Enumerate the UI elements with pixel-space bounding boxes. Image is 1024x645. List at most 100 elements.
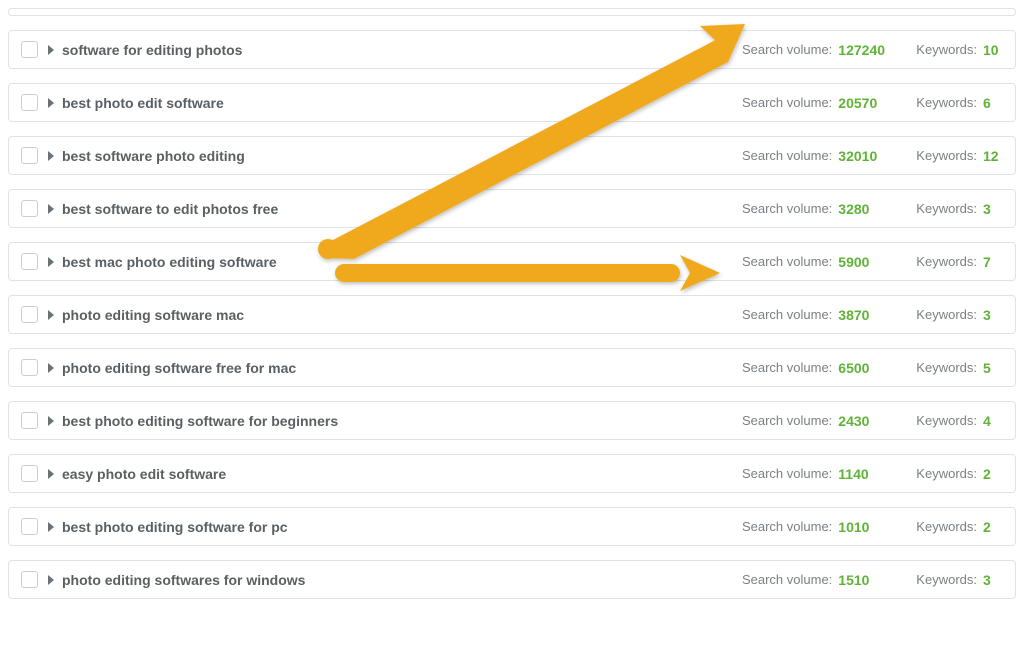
- keyword-group-row[interactable]: best mac photo editing software Search v…: [8, 242, 1016, 281]
- expand-caret-icon[interactable]: [48, 363, 54, 373]
- keyword-title: best photo edit software: [62, 95, 742, 111]
- keywords-label: Keywords:: [916, 519, 977, 534]
- search-volume-label: Search volume:: [742, 519, 832, 534]
- row-stats: Search volume: 2430 Keywords: 4: [742, 413, 1001, 429]
- row-checkbox[interactable]: [21, 359, 38, 376]
- row-stats: Search volume: 6500 Keywords: 5: [742, 360, 1001, 376]
- keyword-title: photo editing software mac: [62, 307, 742, 323]
- keyword-group-row[interactable]: best software photo editing Search volum…: [8, 136, 1016, 175]
- search-volume-value: 1140: [838, 466, 892, 482]
- row-stats: Search volume: 1010 Keywords: 2: [742, 519, 1001, 535]
- row-checkbox[interactable]: [21, 41, 38, 58]
- search-volume-value: 3280: [838, 201, 892, 217]
- row-checkbox[interactable]: [21, 147, 38, 164]
- keyword-group-row[interactable]: best photo editing software for beginner…: [8, 401, 1016, 440]
- keywords-label: Keywords:: [916, 254, 977, 269]
- keyword-group-row[interactable]: software for editing photos Search volum…: [8, 30, 1016, 69]
- expand-caret-icon[interactable]: [48, 575, 54, 585]
- keywords-value: 3: [983, 307, 1001, 323]
- search-volume-value: 32010: [838, 148, 892, 164]
- expand-caret-icon[interactable]: [48, 257, 54, 267]
- keywords-label: Keywords:: [916, 466, 977, 481]
- row-stats: Search volume: 20570 Keywords: 6: [742, 95, 1001, 111]
- search-volume-value: 5900: [838, 254, 892, 270]
- row-checkbox[interactable]: [21, 465, 38, 482]
- previous-row-stub: [8, 8, 1016, 16]
- keyword-title: easy photo edit software: [62, 466, 742, 482]
- keyword-title: photo editing software free for mac: [62, 360, 742, 376]
- keywords-value: 5: [983, 360, 1001, 376]
- expand-caret-icon[interactable]: [48, 98, 54, 108]
- search-volume-label: Search volume:: [742, 95, 832, 110]
- keywords-label: Keywords:: [916, 201, 977, 216]
- search-volume-value: 1510: [838, 572, 892, 588]
- keywords-value: 12: [983, 148, 1001, 164]
- search-volume-label: Search volume:: [742, 466, 832, 481]
- keyword-title: software for editing photos: [62, 42, 742, 58]
- keyword-title: best software to edit photos free: [62, 201, 742, 217]
- keywords-value: 7: [983, 254, 1001, 270]
- keywords-label: Keywords:: [916, 148, 977, 163]
- expand-caret-icon[interactable]: [48, 204, 54, 214]
- keywords-value: 3: [983, 572, 1001, 588]
- search-volume-label: Search volume:: [742, 413, 832, 428]
- expand-caret-icon[interactable]: [48, 151, 54, 161]
- keyword-title: best mac photo editing software: [62, 254, 742, 270]
- row-checkbox[interactable]: [21, 200, 38, 217]
- search-volume-label: Search volume:: [742, 572, 832, 587]
- expand-caret-icon[interactable]: [48, 469, 54, 479]
- expand-caret-icon[interactable]: [48, 522, 54, 532]
- keywords-value: 10: [983, 42, 1001, 58]
- search-volume-value: 6500: [838, 360, 892, 376]
- row-checkbox[interactable]: [21, 94, 38, 111]
- row-stats: Search volume: 32010 Keywords: 12: [742, 148, 1001, 164]
- keywords-value: 2: [983, 519, 1001, 535]
- row-stats: Search volume: 3870 Keywords: 3: [742, 307, 1001, 323]
- search-volume-label: Search volume:: [742, 307, 832, 322]
- keywords-label: Keywords:: [916, 572, 977, 587]
- keywords-value: 6: [983, 95, 1001, 111]
- expand-caret-icon[interactable]: [48, 310, 54, 320]
- search-volume-value: 2430: [838, 413, 892, 429]
- keywords-label: Keywords:: [916, 307, 977, 322]
- keyword-group-row[interactable]: best photo editing software for pc Searc…: [8, 507, 1016, 546]
- keywords-label: Keywords:: [916, 95, 977, 110]
- keyword-group-row[interactable]: best software to edit photos free Search…: [8, 189, 1016, 228]
- search-volume-label: Search volume:: [742, 201, 832, 216]
- row-checkbox[interactable]: [21, 412, 38, 429]
- row-stats: Search volume: 1510 Keywords: 3: [742, 572, 1001, 588]
- keywords-value: 4: [983, 413, 1001, 429]
- keyword-title: photo editing softwares for windows: [62, 572, 742, 588]
- keyword-group-row[interactable]: photo editing softwares for windows Sear…: [8, 560, 1016, 599]
- search-volume-value: 127240: [838, 42, 892, 58]
- search-volume-value: 1010: [838, 519, 892, 535]
- row-stats: Search volume: 5900 Keywords: 7: [742, 254, 1001, 270]
- search-volume-label: Search volume:: [742, 148, 832, 163]
- keyword-group-row[interactable]: photo editing software mac Search volume…: [8, 295, 1016, 334]
- row-stats: Search volume: 3280 Keywords: 3: [742, 201, 1001, 217]
- row-checkbox[interactable]: [21, 518, 38, 535]
- row-checkbox[interactable]: [21, 253, 38, 270]
- search-volume-value: 3870: [838, 307, 892, 323]
- keywords-value: 3: [983, 201, 1001, 217]
- search-volume-label: Search volume:: [742, 360, 832, 375]
- expand-caret-icon[interactable]: [48, 45, 54, 55]
- keyword-group-row[interactable]: best photo edit software Search volume: …: [8, 83, 1016, 122]
- keywords-label: Keywords:: [916, 360, 977, 375]
- keyword-group-row[interactable]: photo editing software free for mac Sear…: [8, 348, 1016, 387]
- keywords-value: 2: [983, 466, 1001, 482]
- keyword-title: best photo editing software for pc: [62, 519, 742, 535]
- keyword-title: best photo editing software for beginner…: [62, 413, 742, 429]
- row-stats: Search volume: 127240 Keywords: 10: [742, 42, 1001, 58]
- search-volume-label: Search volume:: [742, 42, 832, 57]
- row-stats: Search volume: 1140 Keywords: 2: [742, 466, 1001, 482]
- expand-caret-icon[interactable]: [48, 416, 54, 426]
- keyword-group-row[interactable]: easy photo edit software Search volume: …: [8, 454, 1016, 493]
- search-volume-value: 20570: [838, 95, 892, 111]
- keyword-title: best software photo editing: [62, 148, 742, 164]
- row-checkbox[interactable]: [21, 306, 38, 323]
- search-volume-label: Search volume:: [742, 254, 832, 269]
- keywords-label: Keywords:: [916, 413, 977, 428]
- row-checkbox[interactable]: [21, 571, 38, 588]
- keywords-label: Keywords:: [916, 42, 977, 57]
